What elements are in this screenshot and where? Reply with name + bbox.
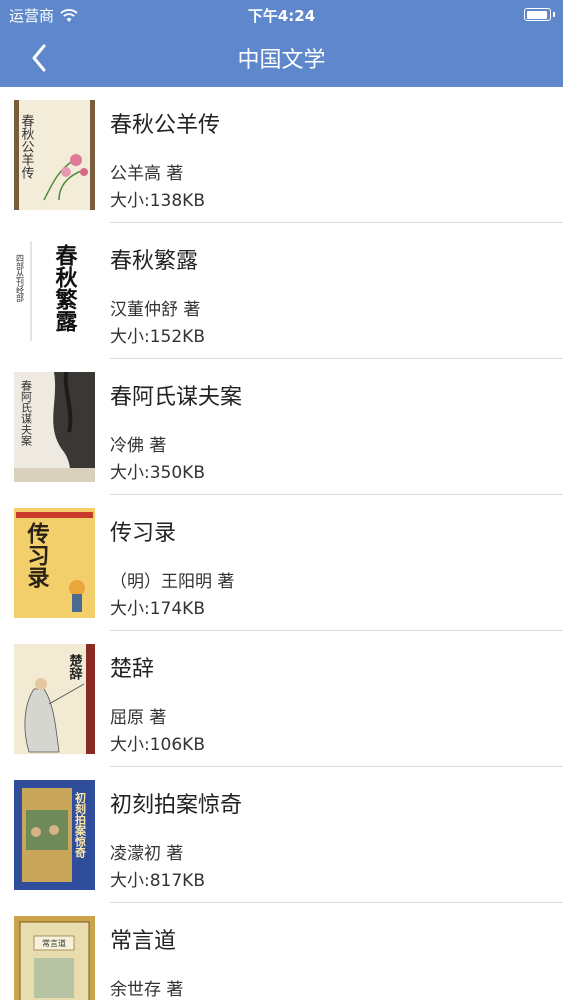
book-size: 大小:817KB	[110, 871, 205, 891]
book-title: 春秋繁露	[110, 249, 199, 274]
cover-title-text: 初刻拍案惊奇	[74, 791, 88, 859]
book-title: 春秋公羊传	[110, 113, 221, 138]
navigation-bar: 中国文学	[0, 30, 563, 87]
book-title: 常言道	[110, 929, 177, 954]
book-author: 汉董仲舒 著	[110, 300, 201, 320]
book-list-item[interactable]: 春秋公羊传 春秋公羊传 公羊高 著 大小:138KB	[0, 87, 563, 223]
book-cover-image: 春阿氏谋夫案	[14, 372, 95, 482]
book-size: 大小:152KB	[110, 327, 205, 347]
cover-side-text: 四部丛刊经部	[16, 254, 25, 303]
battery-icon	[524, 8, 555, 21]
page-title: 中国文学	[237, 48, 326, 73]
book-cover-image: 常言道	[14, 916, 95, 1000]
book-size: 大小:174KB	[110, 599, 205, 619]
cover-title-text: 传习录	[24, 522, 51, 588]
book-list-item[interactable]: 初刻拍案惊奇 初刻拍案惊奇 凌濛初 著 大小:817KB	[0, 767, 563, 903]
book-cover-image: 春秋公羊传	[14, 100, 95, 210]
book-list: 春秋公羊传 春秋公羊传 公羊高 著 大小:138KB 四部丛刊经部 春秋繁露 春…	[0, 87, 563, 1000]
book-list-item[interactable]: 传习录 传习录 （明）王阳明 著 大小:174KB	[0, 495, 563, 631]
book-title: 初刻拍案惊奇	[110, 793, 243, 818]
book-author: 屈原 著	[110, 708, 167, 728]
book-size: 大小:350KB	[110, 463, 205, 483]
book-author: 冷佛 著	[110, 436, 167, 456]
book-list-item[interactable]: 四部丛刊经部 春秋繁露 春秋繁露 汉董仲舒 著 大小:152KB	[0, 223, 563, 359]
cover-title-text: 春秋繁露	[52, 244, 78, 332]
book-size: 大小:106KB	[110, 735, 205, 755]
book-title: 春阿氏谋夫案	[110, 385, 243, 410]
book-cover-image: 四部丛刊经部 春秋繁露	[14, 236, 95, 346]
book-cover-image: 传习录	[14, 508, 95, 618]
book-list-item[interactable]: 常言道 常言道 余世存 著	[0, 903, 563, 1000]
book-author: （明）王阳明 著	[110, 572, 235, 592]
book-list-item[interactable]: 楚辞 楚辞 屈原 著 大小:106KB	[0, 631, 563, 767]
book-author: 余世存 著	[110, 980, 184, 1000]
book-list-item[interactable]: 春阿氏谋夫案 春阿氏谋夫案 冷佛 著 大小:350KB	[0, 359, 563, 495]
book-title: 楚辞	[110, 657, 155, 682]
book-title: 传习录	[110, 521, 177, 546]
book-cover-image: 初刻拍案惊奇	[14, 780, 95, 890]
cover-title-text: 春阿氏谋夫案	[20, 380, 33, 446]
top-bar: 运营商 下午4:24 中国文学	[0, 0, 563, 87]
cover-title-text: 楚辞	[67, 653, 83, 681]
book-cover-image: 楚辞	[14, 644, 95, 754]
cover-title-text: 常言道	[42, 938, 66, 948]
cover-title-text: 春秋公羊传	[19, 114, 35, 179]
book-author: 公羊高 著	[110, 164, 184, 184]
status-time: 下午4:24	[247, 7, 316, 25]
status-bar: 运营商 下午4:24	[0, 0, 563, 30]
book-author: 凌濛初 著	[110, 844, 184, 864]
book-size: 大小:138KB	[110, 191, 205, 211]
